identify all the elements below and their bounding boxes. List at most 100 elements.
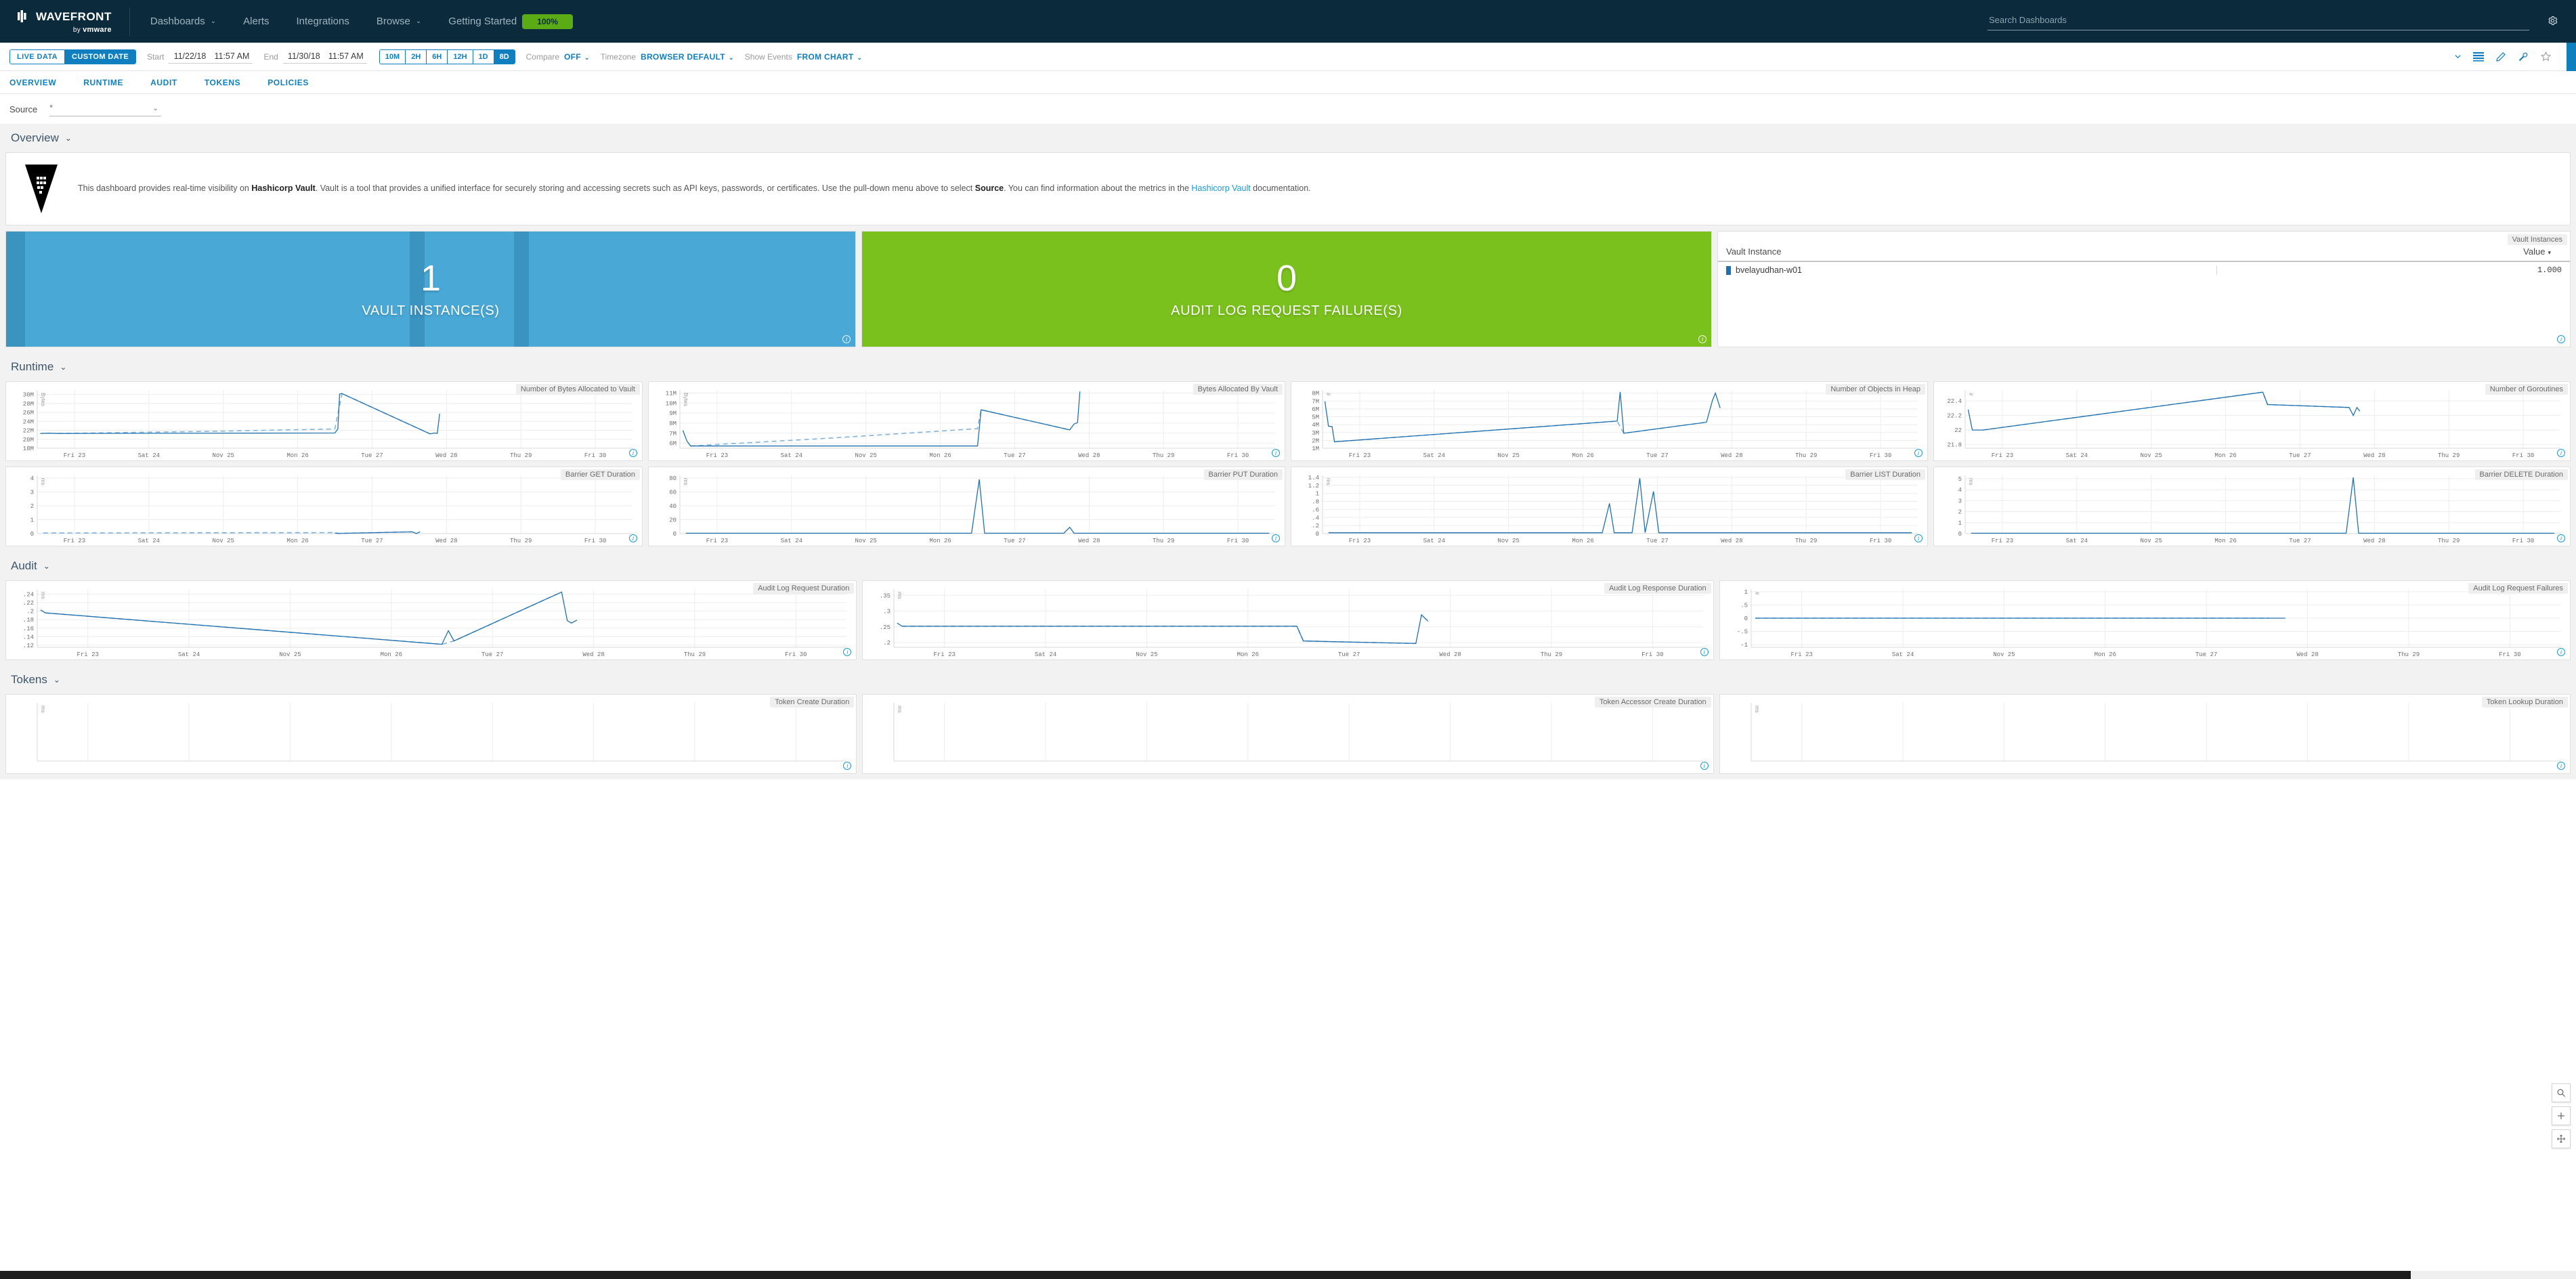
svg-text:Tue 27: Tue 27	[1646, 452, 1668, 459]
tab-overview[interactable]: OVERVIEW	[9, 78, 56, 87]
svg-text:Fri 23: Fri 23	[1992, 452, 2013, 459]
wavefront-logo-icon	[18, 9, 31, 25]
audit-log-failures-tile[interactable]: 0 AUDIT LOG REQUEST FAILURE(S) i	[861, 231, 1712, 347]
range-6h[interactable]: 6H	[427, 49, 448, 64]
chart-barrier-list-duration[interactable]: Barrier LIST Duration 1.4 1.2 1.8.6 .4 .2 0 ms F…	[1291, 467, 1928, 546]
info-icon[interactable]: i	[1914, 534, 1923, 542]
svg-text:Mon 26: Mon 26	[286, 538, 308, 544]
live-data-button[interactable]: LIVE DATA	[10, 49, 66, 64]
end-time-input[interactable]: 11:57 AM	[324, 50, 367, 64]
info-icon[interactable]: i	[1700, 648, 1709, 656]
info-icon[interactable]: i	[1700, 762, 1709, 770]
brand-logo[interactable]: WAVEFRONT by vmware	[18, 9, 112, 34]
chart-bytes-allocated-to-vault[interactable]: Number of Bytes Allocated to Vault 30M 28M…	[5, 381, 643, 461]
info-icon[interactable]: i	[1272, 449, 1280, 457]
start-time-input[interactable]: 11:57 AM	[211, 50, 253, 64]
section-header-tokens[interactable]: Tokens ⌄	[0, 666, 2576, 694]
compare-dropdown[interactable]: OFF ⌄	[564, 52, 590, 62]
info-icon[interactable]: i	[1698, 335, 1706, 343]
nav-item-integrations[interactable]: Integrations	[282, 0, 362, 43]
show-events-dropdown[interactable]: FROM CHART ⌄	[797, 52, 863, 62]
chart-audit-log-request-failures[interactable]: Audit Log Request Failures 1 .5 0 -.5 -1 # Fri …	[1719, 580, 2571, 660]
svg-text:Mon 26: Mon 26	[1572, 538, 1593, 544]
info-icon[interactable]: i	[629, 449, 637, 457]
tab-policies[interactable]: POLICIES	[267, 78, 309, 87]
chart-objects-in-heap[interactable]: Number of Objects in Heap 8M 7M 6M 5M 4M 3M 2M 1…	[1291, 381, 1928, 461]
pencil-icon[interactable]	[2495, 51, 2506, 62]
vault-instances-tile[interactable]: 1 VAULT INSTANCE(S) i	[5, 231, 856, 347]
range-8d[interactable]: 8D	[494, 49, 515, 64]
tab-runtime[interactable]: RUNTIME	[83, 78, 123, 87]
scrollbar-thumb[interactable]	[0, 1271, 2411, 1279]
chart-token-create-duration[interactable]: Token Create Duration ms i	[5, 694, 857, 774]
chart-title: Audit Log Response Duration	[1604, 583, 1711, 594]
chart-bytes-allocated-by-vault[interactable]: Bytes Allocated By Vault 11M 10M 9M 8M 7M 6M By…	[648, 381, 1285, 461]
plus-icon[interactable]	[2552, 1106, 2571, 1125]
hashicorp-vault-doc-link[interactable]: Hashicorp Vault	[1191, 183, 1250, 193]
info-icon[interactable]: i	[1914, 449, 1923, 457]
chart-token-lookup-duration[interactable]: Token Lookup Duration ms i	[1719, 694, 2571, 774]
start-date-input[interactable]: 11/22/18	[169, 50, 211, 64]
horizontal-scrollbar[interactable]	[0, 1271, 2576, 1279]
range-1d[interactable]: 1D	[473, 49, 494, 64]
list-icon[interactable]	[2473, 51, 2484, 62]
expand-sidebar-tab[interactable]	[2567, 43, 2576, 71]
section-body-overview: This dashboard provides real-time visibi…	[0, 152, 2576, 353]
info-icon[interactable]: i	[2556, 648, 2565, 656]
tab-tokens[interactable]: TOKENS	[205, 78, 240, 87]
runtime-chart-row-2: Barrier GET Duration 4 3 2 1 0 ms Fri 23 Sat 24 N…	[5, 467, 2571, 546]
info-icon[interactable]: i	[842, 335, 851, 343]
chart-audit-log-response-duration[interactable]: Audit Log Response Duration .35 .3 .25 .2 ms F…	[862, 580, 1714, 660]
section-header-runtime[interactable]: Runtime ⌄	[0, 353, 2576, 381]
tokens-chart-row: Token Create Duration ms i Token Accessor …	[5, 694, 2571, 774]
wrench-icon[interactable]	[2518, 51, 2529, 62]
range-12h[interactable]: 12H	[448, 49, 473, 64]
chart-barrier-put-duration[interactable]: Barrier PUT Duration 80 60 40 20 0 ms Fri 23 Sat…	[648, 467, 1285, 546]
info-icon[interactable]: i	[2557, 335, 2565, 343]
info-icon[interactable]: i	[2557, 449, 2565, 457]
end-date-input[interactable]: 11/30/18	[282, 50, 325, 64]
nav-item-browse[interactable]: Browse ⌄	[363, 0, 435, 43]
nav-item-getting-started[interactable]: Getting Started 100%	[435, 0, 586, 43]
source-select[interactable]: * ⌄	[49, 102, 162, 116]
overview-description-panel: This dashboard provides real-time visibi…	[5, 152, 2571, 225]
move-icon[interactable]	[2552, 1129, 2571, 1148]
timezone-dropdown[interactable]: BROWSER DEFAULT ⌄	[641, 52, 734, 62]
info-icon[interactable]: i	[1272, 534, 1280, 542]
chart-barrier-delete-duration[interactable]: Barrier DELETE Duration 5 4 3 2 1 0 ms Fri 23 Sat…	[1933, 467, 2571, 546]
search-icon[interactable]	[2552, 1083, 2571, 1102]
svg-text:Fri 30: Fri 30	[2512, 538, 2534, 544]
search-input[interactable]	[1988, 12, 2529, 30]
audit-log-failures-tile-content: 0 AUDIT LOG REQUEST FAILURE(S)	[862, 232, 1711, 347]
range-2h[interactable]: 2H	[406, 49, 427, 64]
nav-item-dashboards[interactable]: Dashboards ⌄	[137, 0, 230, 43]
chevron-down-icon[interactable]	[2454, 53, 2462, 60]
chart-audit-log-request-duration[interactable]: Audit Log Request Duration .24.22 .2 .18 .16…	[5, 580, 857, 660]
column-header-vault-instance[interactable]: Vault Instance	[1726, 246, 2460, 257]
star-icon[interactable]	[2540, 51, 2552, 62]
nav-item-alerts[interactable]: Alerts	[230, 0, 282, 43]
show-events-label: Show Events	[744, 51, 792, 62]
section-header-overview[interactable]: Overview ⌄	[0, 124, 2576, 152]
chart-title: Token Create Duration	[770, 697, 855, 708]
info-icon[interactable]: i	[629, 534, 637, 542]
table-row[interactable]: bvelayudhan-w01 1.000	[1718, 262, 2570, 278]
info-icon[interactable]: i	[2556, 762, 2565, 770]
svg-text:Wed 28: Wed 28	[2363, 538, 2385, 544]
chart-token-accessor-create-duration[interactable]: Token Accessor Create Duration ms i	[862, 694, 1714, 774]
info-icon[interactable]: i	[2557, 534, 2565, 542]
tab-audit[interactable]: AUDIT	[150, 78, 177, 87]
chart-goroutines[interactable]: Number of Goroutines 22.4 22.2 22 21.8 # Fri 2…	[1933, 381, 2571, 461]
custom-date-button[interactable]: CUSTOM DATE	[65, 49, 136, 64]
chart-barrier-get-duration[interactable]: Barrier GET Duration 4 3 2 1 0 ms Fri 23 Sat 24 N…	[5, 467, 643, 546]
section-header-audit[interactable]: Audit ⌄	[0, 552, 2576, 580]
desc-part-1: This dashboard provides real-time visibi…	[78, 183, 252, 194]
column-header-value[interactable]: Value ▾	[2460, 246, 2562, 257]
svg-text:Sat 24: Sat 24	[781, 452, 802, 459]
chevron-down-icon: ⌄	[53, 675, 60, 685]
table-header-row: Vault Instance Value ▾	[1718, 234, 2570, 262]
show-events-value: FROM CHART	[796, 51, 854, 62]
gear-icon[interactable]	[2547, 15, 2558, 28]
range-10m[interactable]: 10M	[379, 49, 406, 64]
svg-text:Sat 24: Sat 24	[781, 538, 802, 544]
